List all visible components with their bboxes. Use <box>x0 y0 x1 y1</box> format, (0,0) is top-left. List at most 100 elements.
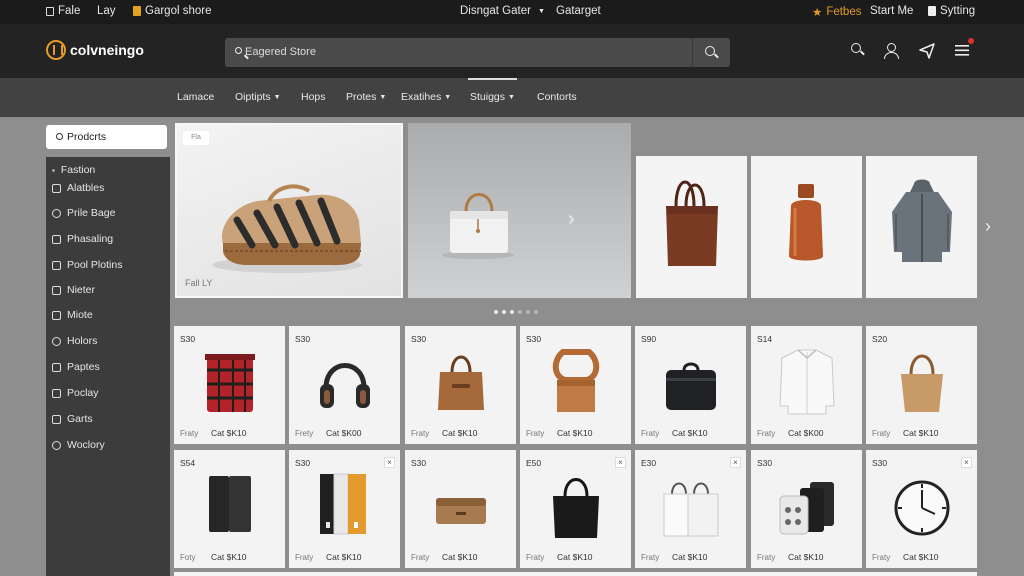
nav-item-oiptipts[interactable]: Oiptipts ▼ <box>235 91 281 103</box>
nav-item-contorts[interactable]: Contorts <box>537 91 577 103</box>
sandal-shoe-icon <box>212 184 362 273</box>
menu-button[interactable] <box>954 38 974 60</box>
product-card[interactable]: E30 × Fraty Cat $K10 <box>635 450 746 568</box>
logo-mark-icon <box>46 40 66 60</box>
nav-item-exatihes[interactable]: Exatihes ▼ <box>401 91 451 103</box>
product-card[interactable]: S30 × Fraty Cat $K10 <box>866 450 977 568</box>
box-icon <box>52 310 61 320</box>
sidebar-section-fastion[interactable]: ▪ Fastion <box>52 164 95 176</box>
pencil-icon <box>52 414 61 424</box>
category-icon <box>56 133 63 140</box>
tag-icon <box>52 183 61 193</box>
shopping-bag-icon <box>133 6 141 16</box>
bullet-icon: ▪ <box>52 165 55 175</box>
account-button[interactable] <box>882 42 900 60</box>
product-card[interactable]: S30 Fraty Cat $K10 <box>405 326 516 444</box>
sidebar-item-miote[interactable]: Miote <box>52 309 93 321</box>
top-utility-bar: Fale Lay Gargol shore Disngat Gater ▼ Gat… <box>0 0 1024 24</box>
carousel-dot[interactable] <box>494 310 498 314</box>
top-category-select[interactable]: Disngat Gater ▼ <box>460 5 545 17</box>
sidebar-item-nieter[interactable]: Nieter <box>52 284 95 296</box>
sidebar-item-pool-plotins[interactable]: Pool Plotins <box>52 259 122 271</box>
gallery-icon <box>52 234 61 244</box>
wall-clock-icon <box>894 480 950 536</box>
search-header-button[interactable] <box>850 42 868 60</box>
carousel-dot[interactable] <box>510 310 514 314</box>
product-card[interactable]: S30 Frety Cat $K00 <box>289 326 400 444</box>
close-icon[interactable]: × <box>961 457 972 468</box>
plaid-bag-icon <box>205 354 255 412</box>
close-icon[interactable]: × <box>384 457 395 468</box>
product-card[interactable]: S20 Fraty Cat $K10 <box>866 326 977 444</box>
chevron-down-icon: ▼ <box>508 94 515 101</box>
sidebar-item-woclory[interactable]: Woclory <box>52 439 105 451</box>
chevron-down-icon: ▼ <box>379 94 387 101</box>
hamburger-icon <box>955 45 969 56</box>
nav-item-lamace[interactable]: Lamace <box>177 91 214 103</box>
nav-item-hops[interactable]: Hops <box>301 91 326 103</box>
top-link-store[interactable]: Gargol shore <box>133 5 211 17</box>
hero-thumb-bottle[interactable] <box>751 156 862 298</box>
nav-item-protes[interactable]: Protes ▼ <box>346 91 386 103</box>
sidebar-item-holors[interactable]: Holors <box>52 335 97 347</box>
search-icon <box>851 43 861 53</box>
sidebar-item-phasaling[interactable]: Phasaling <box>52 233 113 245</box>
close-icon[interactable]: × <box>615 457 626 468</box>
product-card[interactable]: S30 Fraty Cat $K10 <box>751 450 862 568</box>
sidebar-item-poclay[interactable]: Poclay <box>52 387 99 399</box>
tan-tote-icon <box>901 354 943 412</box>
product-card[interactable]: S30 Fraty Cat $K10 <box>405 450 516 568</box>
chevron-down-icon: ▼ <box>537 7 545 15</box>
hero-thumb-tote[interactable] <box>636 156 747 298</box>
carousel-dot[interactable] <box>502 310 506 314</box>
top-link-target[interactable]: Gatarget <box>556 5 601 17</box>
close-icon[interactable]: × <box>730 457 741 468</box>
search-icon-small <box>235 47 242 54</box>
top-link-settings[interactable]: Sytting <box>928 5 975 17</box>
star-icon: ★ <box>812 7 823 19</box>
notification-dot <box>968 38 974 44</box>
sidebar-item-alatbles[interactable]: Alatbles <box>52 182 104 194</box>
product-card[interactable]: S30 Fraty Cat $K10 <box>174 326 285 444</box>
top-link-start[interactable]: Start Me <box>870 5 913 17</box>
site-logo[interactable]: colvneingo <box>46 40 144 60</box>
books-icon <box>320 473 366 535</box>
white-handbag-icon <box>442 193 514 259</box>
product-card[interactable]: S54 Foty Cat $K10 <box>174 450 285 568</box>
person-icon <box>52 208 61 218</box>
brown-tote-icon <box>666 180 718 266</box>
bottle-icon <box>52 388 61 398</box>
carousel-dot[interactable] <box>526 310 530 314</box>
search-input[interactable] <box>245 46 685 58</box>
carousel-dot[interactable] <box>534 310 538 314</box>
share-button[interactable] <box>918 42 936 60</box>
carousel-next-arrow[interactable]: › <box>568 209 575 229</box>
product-row-partial <box>174 572 977 576</box>
sidebar-item-garts[interactable]: Garts <box>52 413 93 425</box>
product-card[interactable]: E50 × Fraty Cat $K10 <box>520 450 631 568</box>
hero-slide-handbag[interactable] <box>408 123 631 298</box>
chevron-down-icon: ▼ <box>444 94 452 101</box>
sidebar-item-prile-bage[interactable]: Prile Bage <box>52 207 115 219</box>
hero-thumb-jacket[interactable] <box>866 156 977 298</box>
grid-icon <box>52 260 61 270</box>
sidebar-header[interactable]: Prodcrts <box>46 125 167 149</box>
clock-icon <box>52 440 61 450</box>
top-link-fale[interactable]: Fale <box>46 5 80 17</box>
nav-item-stuiggs[interactable]: Stuiggs ▼ <box>468 78 517 103</box>
sidebar-item-paptes[interactable]: Paptes <box>52 361 100 373</box>
top-link-lay[interactable]: Lay <box>97 5 116 17</box>
product-card[interactable]: S90 Fraty Cat $K10 <box>635 326 746 444</box>
product-card[interactable]: S30 Fraty Cat $K10 <box>520 326 631 444</box>
product-card[interactable]: S30 × Fraty Cat $K10 <box>289 450 400 568</box>
page-icon <box>46 6 54 16</box>
carousel-dot[interactable] <box>518 310 522 314</box>
product-card[interactable]: S14 Fraty Cat $K00 <box>751 326 862 444</box>
search-button[interactable] <box>692 38 730 67</box>
top-link-favorites[interactable]: ★ Fetbes <box>812 5 861 19</box>
carousel-dots <box>494 310 538 314</box>
jacket-icon <box>892 179 952 262</box>
thumbs-next-arrow[interactable]: › <box>985 217 991 235</box>
hero-slide-shoe[interactable]: Fla Fall LY <box>175 123 403 298</box>
sidebar-panel: ▪ Fastion Alatbles Prile Bage Phasaling P… <box>46 157 170 576</box>
